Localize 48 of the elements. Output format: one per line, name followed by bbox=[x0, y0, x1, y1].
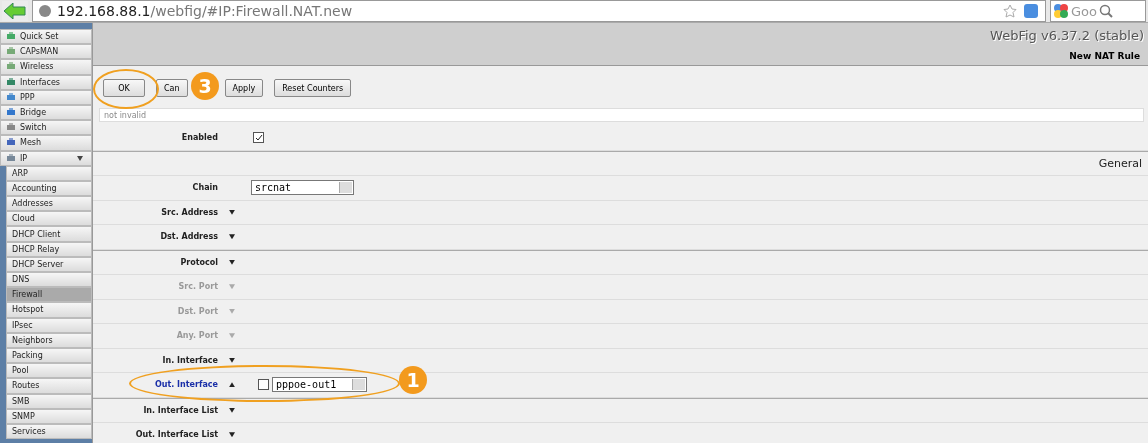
sidebar-item[interactable]: Routes bbox=[6, 378, 92, 394]
toolbar-button[interactable]: OK bbox=[103, 79, 145, 97]
field-label: In. Interface bbox=[161, 355, 218, 365]
dropdown[interactable]: pppoe-out1 bbox=[272, 377, 367, 393]
sidebar-item[interactable]: CAPsMAN bbox=[0, 44, 92, 60]
back-button[interactable] bbox=[2, 1, 28, 21]
star-icon[interactable] bbox=[1003, 4, 1017, 18]
field-label: Dst. Address bbox=[159, 232, 218, 242]
step-number: 3 bbox=[191, 72, 219, 100]
status-field: not invalid bbox=[99, 108, 1144, 122]
toolbar-button[interactable]: Apply bbox=[224, 79, 264, 97]
version-title: WebFig v6.37.2 (stable) bbox=[990, 27, 1144, 43]
field-label: Dst. Port bbox=[176, 306, 218, 316]
field-label: Out. Interface bbox=[153, 380, 218, 390]
search-icon bbox=[1099, 4, 1113, 18]
sidebar-item[interactable]: DNS bbox=[6, 272, 92, 288]
sidebar-item[interactable]: Addresses bbox=[6, 196, 92, 212]
field-label: Any. Port bbox=[175, 331, 218, 341]
toolbar-button[interactable]: Can bbox=[156, 79, 188, 97]
sidebar-item[interactable]: Hotspot bbox=[6, 302, 92, 318]
field-label: Src. Address bbox=[160, 207, 218, 217]
search-placeholder: Goo bbox=[1071, 3, 1097, 19]
field-label: Src. Port bbox=[177, 282, 218, 292]
negate-checkbox[interactable] bbox=[258, 379, 269, 391]
field-label: Out. Interface List bbox=[134, 430, 218, 440]
url-path: /webfig/#IP:Firewall.NAT.new bbox=[150, 3, 353, 19]
section-title: General bbox=[1098, 156, 1142, 170]
field-label: Chain bbox=[191, 183, 218, 193]
sidebar-item[interactable]: Switch bbox=[0, 120, 92, 136]
google-icon bbox=[1053, 3, 1069, 19]
sidebar-item[interactable]: DHCP Client bbox=[6, 226, 92, 242]
step-number: 1 bbox=[399, 366, 427, 394]
toolbar-button[interactable]: Reset Counters bbox=[274, 79, 352, 97]
field-label: Protocol bbox=[179, 257, 218, 267]
sidebar-item[interactable]: Wireless bbox=[0, 59, 92, 75]
dropdown[interactable]: srcnat bbox=[251, 180, 354, 196]
sidebar-item[interactable]: Pool bbox=[6, 363, 92, 379]
sidebar-item[interactable]: Mesh bbox=[0, 135, 92, 151]
sidebar-item[interactable]: Firewall bbox=[6, 287, 92, 303]
url-host: 192.168.88.1 bbox=[57, 3, 151, 19]
highlight-ellipse bbox=[93, 69, 159, 109]
sidebar-item[interactable]: Quick Set bbox=[0, 29, 92, 45]
field-label: In. Interface List bbox=[142, 405, 218, 415]
sidebar-item[interactable]: Cloud bbox=[6, 211, 92, 227]
checkbox[interactable] bbox=[253, 132, 264, 144]
form-title: New NAT Rule bbox=[1069, 51, 1140, 61]
address-bar[interactable]: 192.168.88.1/webfig/#IP:Firewall.NAT.new bbox=[32, 0, 1046, 22]
field-label: Enabled bbox=[180, 133, 218, 143]
